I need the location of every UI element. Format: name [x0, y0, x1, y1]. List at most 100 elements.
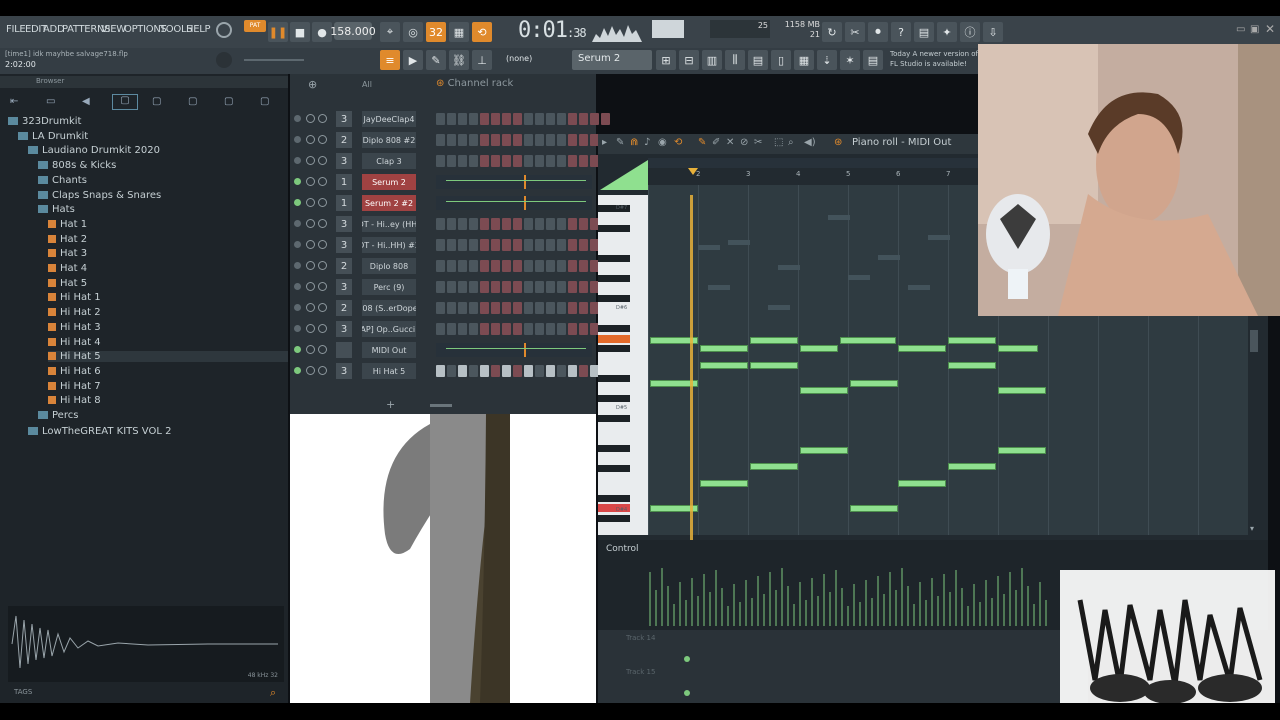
channel-row[interactable]: 1 Serum 2: [292, 173, 592, 191]
step-button[interactable]: [491, 113, 500, 125]
step-button[interactable]: [436, 155, 445, 167]
channel-row[interactable]: 3 Perc (9): [292, 278, 610, 296]
instrument-selector[interactable]: Serum 2: [572, 50, 652, 70]
step-button[interactable]: [480, 113, 489, 125]
step-button[interactable]: [513, 134, 522, 146]
mute-led[interactable]: [294, 304, 301, 311]
step-button[interactable]: [557, 155, 566, 167]
step-button[interactable]: [535, 218, 544, 230]
step-button[interactable]: [502, 281, 511, 293]
channel-row[interactable]: 2 Diplo 808 #2: [292, 131, 610, 149]
channel-name-button[interactable]: MIDI Out: [362, 342, 416, 358]
step-button[interactable]: [480, 323, 489, 335]
tempo-display[interactable]: 158.000: [330, 22, 376, 40]
volume-knob[interactable]: [318, 198, 327, 207]
channel-row[interactable]: 3 DT - Hi..ey (HH): [292, 215, 610, 233]
step-button[interactable]: [469, 218, 478, 230]
step-button[interactable]: [579, 260, 588, 272]
step-button[interactable]: [579, 302, 588, 314]
step-button[interactable]: [469, 134, 478, 146]
midi-note[interactable]: [750, 337, 798, 344]
step-button[interactable]: [513, 113, 522, 125]
step-button[interactable]: [447, 260, 456, 272]
step-button[interactable]: [502, 365, 511, 377]
browser-file[interactable]: Hi Hat 2: [48, 307, 101, 318]
step-button[interactable]: [579, 113, 588, 125]
folder-icon[interactable]: ▢: [224, 96, 233, 107]
step-button[interactable]: [469, 155, 478, 167]
step-button[interactable]: [535, 113, 544, 125]
midi-note[interactable]: [800, 387, 848, 394]
info-icon[interactable]: ⓘ: [960, 22, 980, 42]
step-button[interactable]: [491, 239, 500, 251]
volume-knob[interactable]: [318, 345, 327, 354]
step-button[interactable]: [436, 113, 445, 125]
browser-file[interactable]: Hi Hat 8: [48, 395, 101, 406]
mixer-track-number[interactable]: 3: [336, 321, 352, 337]
active-key[interactable]: [598, 335, 630, 343]
black-key[interactable]: [598, 465, 630, 472]
step-button[interactable]: [557, 239, 566, 251]
channel-name-button[interactable]: Diplo 808 #2: [362, 132, 416, 148]
midi-note[interactable]: [850, 380, 898, 387]
step-button[interactable]: [480, 260, 489, 272]
browser-file[interactable]: Hat 4: [48, 263, 87, 274]
note-icon[interactable]: ♪: [644, 137, 650, 148]
step-button[interactable]: [546, 239, 555, 251]
pan-knob[interactable]: [306, 240, 315, 249]
piano-keyboard[interactable]: D#7 D#6 D#5 D#4: [598, 195, 648, 535]
step-button[interactable]: [557, 302, 566, 314]
step-button[interactable]: [491, 155, 500, 167]
mixer-track-number[interactable]: 2: [336, 258, 352, 274]
step-button[interactable]: [447, 113, 456, 125]
channel-row[interactable]: 2 808 (S..erDope): [292, 299, 610, 317]
step-button[interactable]: [546, 260, 555, 272]
midi-note[interactable]: [700, 362, 748, 369]
step-button[interactable]: [579, 218, 588, 230]
mute-led[interactable]: [294, 178, 301, 185]
scroll-down-icon[interactable]: ▾: [1250, 524, 1254, 533]
mini-piano-roll[interactable]: [436, 196, 592, 210]
step-button[interactable]: [601, 113, 610, 125]
step-button[interactable]: [447, 239, 456, 251]
step-button[interactable]: [568, 302, 577, 314]
step-button[interactable]: [436, 239, 445, 251]
folder-view-icon[interactable]: ▢: [112, 94, 138, 110]
browser-folder[interactable]: Claps Snaps & Snares: [38, 190, 161, 201]
step-button[interactable]: [469, 260, 478, 272]
download-icon[interactable]: ⇩: [983, 22, 1003, 42]
black-key[interactable]: [598, 495, 630, 502]
eq-icon[interactable]: ⫼: [725, 50, 745, 70]
step-button[interactable]: [568, 239, 577, 251]
window-minimize-icon[interactable]: ▭: [1236, 24, 1245, 35]
mute-led[interactable]: [294, 199, 301, 206]
step-button[interactable]: [447, 365, 456, 377]
step-button[interactable]: [524, 260, 533, 272]
channel-name-button[interactable]: [AP] Op..Gucci ): [362, 321, 416, 337]
slice-icon[interactable]: ✂: [754, 137, 762, 148]
step-button[interactable]: [502, 239, 511, 251]
step-button[interactable]: [568, 134, 577, 146]
channel-name-button[interactable]: DT - Hi..ey (HH): [362, 216, 416, 232]
mute-led[interactable]: [294, 220, 301, 227]
channel-name-button[interactable]: DT - Hi..HH) #2: [362, 237, 416, 253]
step-button[interactable]: [546, 281, 555, 293]
pan-knob[interactable]: [306, 177, 315, 186]
step-button[interactable]: [524, 281, 533, 293]
channel-name-button[interactable]: Serum 2: [362, 174, 416, 190]
step-button[interactable]: [513, 260, 522, 272]
mixer-track-number[interactable]: 3: [336, 153, 352, 169]
step-button[interactable]: [447, 302, 456, 314]
step-button[interactable]: [524, 239, 533, 251]
step-button[interactable]: [524, 218, 533, 230]
velocity-lanes[interactable]: [648, 558, 1048, 626]
midi-note[interactable]: [850, 505, 898, 512]
plugin-picker-icon[interactable]: ▯: [771, 50, 791, 70]
record-icon[interactable]: ◉: [658, 137, 667, 148]
menu-help[interactable]: HELP: [186, 24, 211, 35]
step-button[interactable]: [513, 155, 522, 167]
step-button[interactable]: [502, 155, 511, 167]
midi-note[interactable]: [700, 345, 748, 352]
channel-row[interactable]: 3 JayDeeClap4: [292, 110, 610, 128]
midi-note[interactable]: [700, 480, 748, 487]
